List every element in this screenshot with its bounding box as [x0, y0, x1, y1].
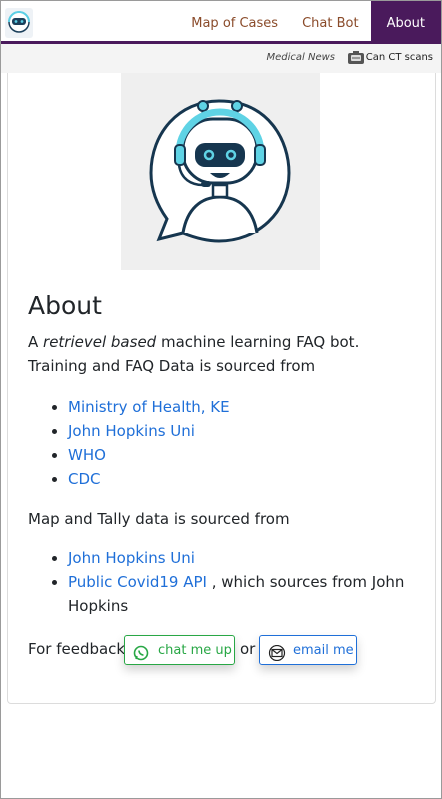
training-sources-list: Ministry of Health, KE John Hopkins Uni … [52, 395, 230, 491]
about-intro: A retrievel based machine learning FAQ b… [28, 330, 359, 354]
chat-me-up-button[interactable]: chat me up [124, 635, 235, 665]
email-button-label: email me [293, 643, 354, 658]
list-item: Public Covid19 API , which sources from … [51, 570, 405, 594]
source-link[interactable]: Public Covid19 API [68, 573, 207, 591]
medical-news-link[interactable]: Medical News [266, 52, 335, 63]
or-label: or [240, 640, 256, 658]
training-line: Training and FAQ Data is sourced from [28, 357, 316, 375]
email-icon [268, 643, 286, 673]
robot-logo-icon[interactable] [5, 8, 33, 38]
list-item: John Hopkins Uni [51, 546, 404, 570]
scanner-icon [347, 50, 365, 65]
whatsapp-icon [133, 643, 149, 673]
feedback-label: For feedback [28, 640, 126, 658]
source-link[interactable]: WHO [68, 446, 106, 464]
nav-chat-bot[interactable]: Chat Bot [290, 1, 370, 42]
map-line: Map and Tally data is sourced from [28, 510, 290, 528]
sub-navbar: Medical News Can CT scans [1, 44, 441, 73]
list-item: Ministry of Health, KE [52, 395, 230, 419]
email-me-button[interactable]: email me [259, 635, 357, 665]
list-item: WHO [52, 443, 230, 467]
nav-map-of-cases[interactable]: Map of Cases [179, 1, 290, 42]
chat-button-label: chat me up [158, 643, 232, 658]
source-suffix: , which sources from John [206, 573, 405, 591]
ct-scans-link[interactable]: Can CT scans [366, 52, 433, 63]
source-link[interactable]: Ministry of Health, KE [68, 398, 230, 416]
intro-prefix: A [28, 333, 44, 351]
source-suffix-continued: Hopkins [68, 597, 129, 615]
about-title: About [28, 291, 102, 320]
intro-suffix: machine learning FAQ bot. [156, 333, 360, 351]
top-navbar: Map of Cases Chat Bot About [1, 1, 441, 44]
intro-emphasis: retrievel based [43, 333, 157, 351]
map-sources-list: John Hopkins Uni Public Covid19 API , wh… [51, 546, 405, 594]
nav-about[interactable]: About [370, 1, 441, 42]
list-item: CDC [52, 467, 230, 491]
source-link[interactable]: John Hopkins Uni [68, 422, 195, 440]
list-item: John Hopkins Uni [52, 419, 230, 443]
chatbot-avatar-icon [121, 73, 320, 270]
source-link[interactable]: CDC [68, 470, 101, 488]
source-link[interactable]: John Hopkins Uni [68, 549, 195, 567]
